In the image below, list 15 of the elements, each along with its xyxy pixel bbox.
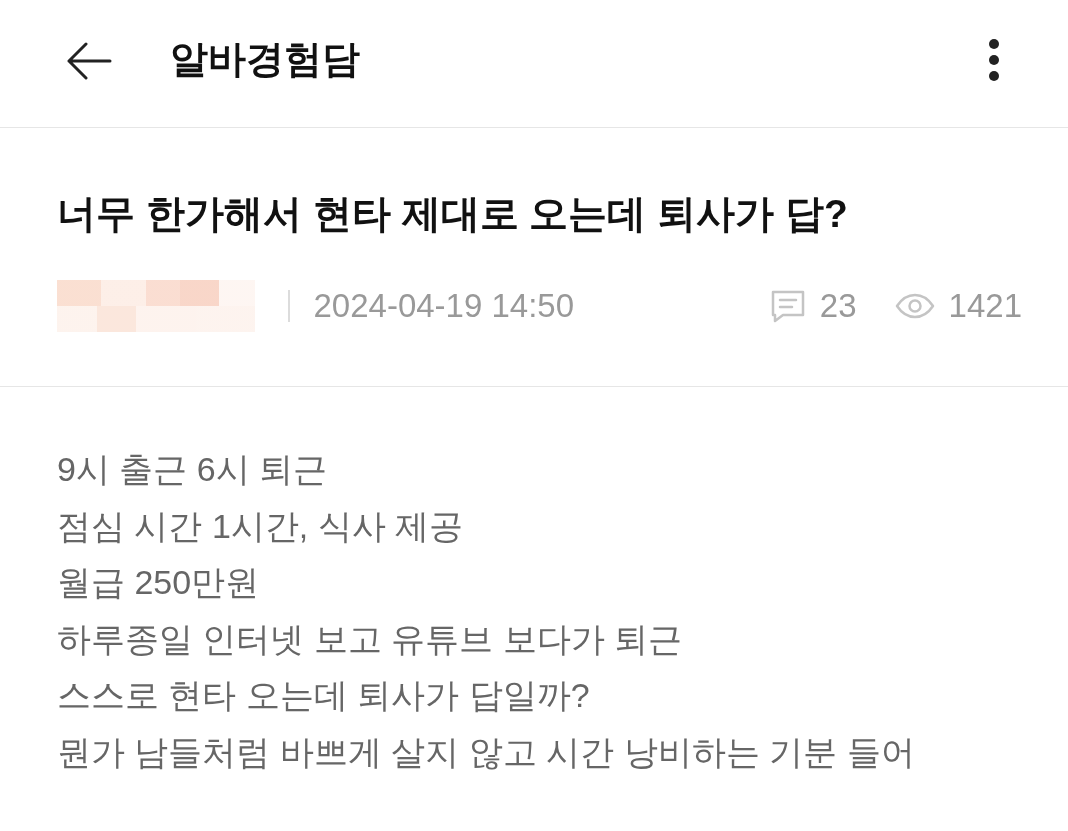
post-title: 너무 한가해서 현타 제대로 오는데 퇴사가 답? — [57, 191, 849, 237]
view-count: 1421 — [948, 287, 1022, 325]
back-arrow-icon[interactable] — [66, 41, 112, 80]
body-text-line: 하루종일 인터넷 보고 유튜브 보다가 퇴근 — [57, 618, 684, 660]
comment-icon — [769, 289, 806, 323]
body-text-line: 뭔가 남들처럼 바쁘게 살지 않고 시간 낭비하는 기분 들어 — [57, 731, 916, 773]
body-text-line: 스스로 현타 오는데 퇴사가 답일까? — [57, 675, 591, 716]
comment-count: 23 — [819, 287, 857, 325]
page-title: 알바경험담 — [170, 37, 360, 82]
body-text-line: 9시 출근 6시 퇴근 — [57, 449, 329, 490]
eye-icon — [894, 293, 935, 319]
post-date: 2024-04-19 14:50 — [313, 287, 575, 325]
more-menu-icon[interactable] — [988, 37, 1000, 82]
body-text-line: 점심 시간 1시간, 식사 제공 — [57, 505, 465, 547]
body-text-line: 월급 250만원 — [57, 562, 261, 603]
